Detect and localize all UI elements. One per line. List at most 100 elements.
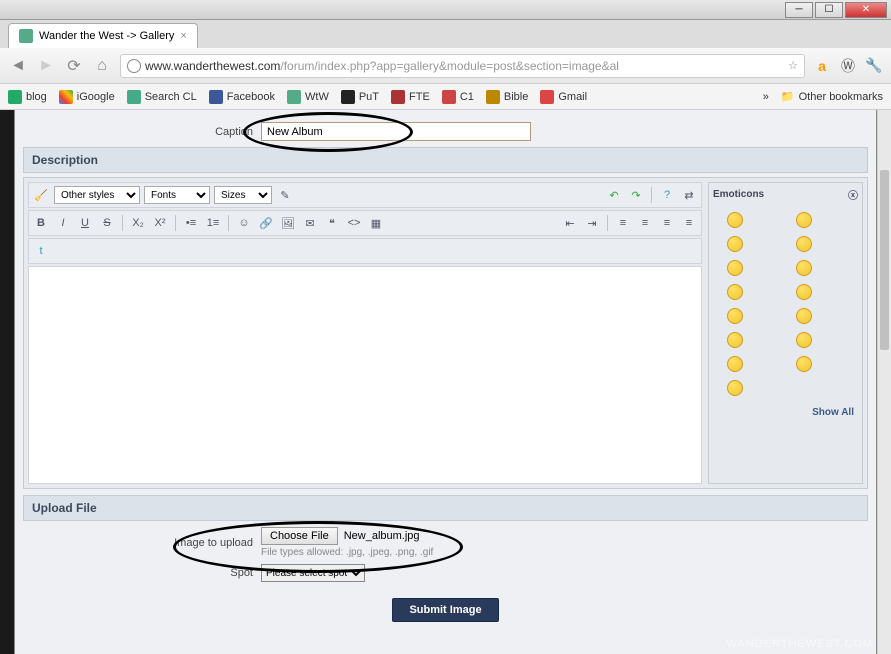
bookmark-gmail[interactable]: Gmail (540, 90, 587, 104)
emoji-angry[interactable] (796, 260, 812, 276)
align-justify-icon[interactable]: ≡ (680, 214, 698, 232)
emoji-surprised[interactable] (727, 260, 743, 276)
styles-select[interactable]: Other styles (54, 186, 140, 204)
emoji-tongue[interactable] (727, 332, 743, 348)
indent-icon[interactable]: ⇥ (583, 214, 601, 232)
spot-label: Spot (23, 567, 253, 579)
link-icon[interactable]: 🔗 (257, 214, 275, 232)
emoticons-close-icon[interactable]: ⓧ (848, 187, 858, 202)
editor-toolbar-2: B I U S X₂ X² •≡ 1≡ ☺ 🔗 🖼 ✉ (28, 210, 702, 236)
spot-select[interactable]: Please select spot (261, 564, 365, 582)
submit-image-button[interactable]: Submit Image (392, 598, 498, 622)
color-icon[interactable]: ✎ (276, 186, 294, 204)
scrollbar-thumb[interactable] (880, 170, 889, 350)
subscript-icon[interactable]: X₂ (129, 214, 147, 232)
minimize-button[interactable]: ─ (785, 2, 813, 18)
underline-icon[interactable]: U (76, 214, 94, 232)
maximize-button[interactable]: ☐ (815, 2, 843, 18)
emoticons-title: Emoticons (713, 189, 764, 200)
tab-title: Wander the West -> Gallery (39, 30, 174, 42)
show-all-link[interactable]: Show All (812, 407, 854, 418)
browser-toolbar: ◄ ► ⟳ ⌂ www.wanderthewest.com/forum/inde… (0, 48, 891, 84)
bookmark-wtw[interactable]: WtW (287, 90, 329, 104)
emoji-tongue2[interactable] (796, 332, 812, 348)
bookmark-blog[interactable]: blog (8, 90, 47, 104)
browser-tab[interactable]: Wander the West -> Gallery × (8, 23, 198, 48)
emoji-icon[interactable]: ☺ (235, 214, 253, 232)
wordpress-icon[interactable]: Ⓦ (839, 57, 857, 75)
sizes-select[interactable]: Sizes (214, 186, 272, 204)
emoji-shades[interactable] (796, 356, 812, 372)
caption-input[interactable] (261, 122, 531, 141)
italic-icon[interactable]: I (54, 214, 72, 232)
other-bookmarks[interactable]: 📁Other bookmarks (781, 90, 883, 103)
emoji-smile[interactable] (727, 212, 743, 228)
bookmarks-overflow[interactable]: » (763, 91, 769, 103)
remove-format-icon[interactable]: 🧹 (32, 186, 50, 204)
bookmarks-bar: blog iGoogle Search CL Facebook WtW PuT … (0, 84, 891, 110)
undo-icon[interactable]: ↶ (605, 186, 623, 204)
bookmark-facebook[interactable]: Facebook (209, 90, 275, 104)
strike-icon[interactable]: S (98, 214, 116, 232)
align-right-icon[interactable]: ≡ (658, 214, 676, 232)
tab-strip: Wander the West -> Gallery × (0, 20, 891, 48)
bookmark-put[interactable]: PuT (341, 90, 379, 104)
emoji-grin[interactable] (796, 212, 812, 228)
emoji-cool[interactable] (727, 356, 743, 372)
filetypes-hint: File types allowed: .jpg, .jpeg, .png, .… (261, 547, 433, 558)
chosen-filename: New_album.jpg (344, 530, 420, 542)
superscript-icon[interactable]: X² (151, 214, 169, 232)
quote-icon[interactable]: ❝ (323, 214, 341, 232)
toggle-icon[interactable]: ⇄ (680, 186, 698, 204)
emoji-roll[interactable] (727, 380, 743, 396)
tab-favicon (19, 29, 33, 43)
bookmark-c1[interactable]: C1 (442, 90, 474, 104)
bold-icon[interactable]: B (32, 214, 50, 232)
page-content: Caption Description 🧹 Other styles Fonts… (14, 110, 877, 654)
emoji-sad[interactable] (796, 236, 812, 252)
url-text: www.wanderthewest.com/forum/index.php?ap… (145, 59, 784, 73)
address-bar[interactable]: www.wanderthewest.com/forum/index.php?ap… (120, 54, 805, 78)
back-button[interactable]: ◄ (8, 56, 28, 76)
tab-close-icon[interactable]: × (180, 30, 186, 42)
bookmark-fte[interactable]: FTE (391, 90, 430, 104)
wrench-icon[interactable]: 🔧 (865, 57, 883, 75)
upload-header: Upload File (23, 495, 868, 521)
ol-icon[interactable]: 1≡ (204, 214, 222, 232)
code-icon[interactable]: <> (345, 214, 363, 232)
forward-button[interactable]: ► (36, 56, 56, 76)
align-left-icon[interactable]: ≡ (614, 214, 632, 232)
media-icon[interactable]: ▦ (367, 214, 385, 232)
choose-file-button[interactable]: Choose File (261, 527, 338, 545)
mail-icon[interactable]: ✉ (301, 214, 319, 232)
editor-toolbar-3: t (28, 238, 702, 264)
twitter-icon[interactable]: t (32, 242, 50, 260)
star-icon[interactable]: ☆ (788, 59, 798, 72)
bookmark-igoogle[interactable]: iGoogle (59, 90, 115, 104)
emoji-laugh[interactable] (796, 308, 812, 324)
emoji-happy[interactable] (727, 308, 743, 324)
globe-icon (127, 59, 141, 73)
reload-button[interactable]: ⟳ (64, 56, 84, 76)
redo-icon[interactable]: ↷ (627, 186, 645, 204)
help-icon[interactable]: ? (658, 186, 676, 204)
emoji-neutral[interactable] (727, 284, 743, 300)
outdent-icon[interactable]: ⇤ (561, 214, 579, 232)
home-button[interactable]: ⌂ (92, 56, 112, 76)
vertical-scrollbar[interactable] (877, 110, 891, 654)
caption-label: Caption (23, 126, 253, 138)
align-center-icon[interactable]: ≡ (636, 214, 654, 232)
ul-icon[interactable]: •≡ (182, 214, 200, 232)
close-button[interactable]: ✕ (845, 2, 887, 18)
rich-editor: 🧹 Other styles Fonts Sizes ✎ ↶ ↷ ? ⇄ B (23, 177, 868, 489)
fonts-select[interactable]: Fonts (144, 186, 210, 204)
image-icon[interactable]: 🖼 (279, 214, 297, 232)
bookmark-bible[interactable]: Bible (486, 90, 528, 104)
emoji-confused[interactable] (796, 284, 812, 300)
editor-textarea[interactable] (28, 266, 702, 484)
amazon-icon[interactable]: a (813, 57, 831, 75)
bookmark-searchcl[interactable]: Search CL (127, 90, 197, 104)
description-header: Description (23, 147, 868, 173)
emoji-wink[interactable] (727, 236, 743, 252)
editor-toolbar-1: 🧹 Other styles Fonts Sizes ✎ ↶ ↷ ? ⇄ (28, 182, 702, 208)
